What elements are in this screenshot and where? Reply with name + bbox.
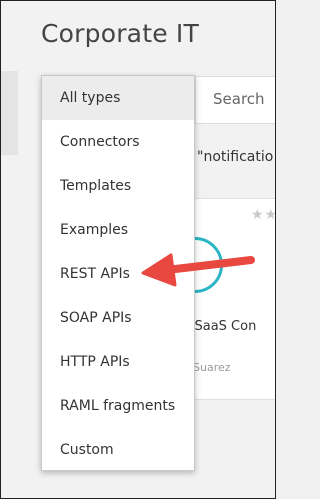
- asset-name[interactable]: r SaaS Con: [185, 319, 256, 334]
- option-connectors[interactable]: Connectors: [42, 120, 194, 164]
- asset-card[interactable]: ★★ ⟩ r SaaS Con Suarez: [167, 198, 275, 400]
- search-query-summary: "notificatio: [197, 149, 274, 165]
- dropdown-options: All types Connectors Templates Examples …: [42, 76, 194, 472]
- option-examples[interactable]: Examples: [42, 208, 194, 252]
- option-soap-apis[interactable]: SOAP APIs: [42, 296, 194, 340]
- asset-author: Suarez: [193, 361, 231, 374]
- option-all-types[interactable]: All types: [42, 76, 194, 120]
- left-nav-strip[interactable]: [1, 71, 18, 155]
- search-placeholder: Search: [213, 90, 265, 108]
- screenshot-frame: Corporate IT Search "notificatio ★★ ⟩ r …: [0, 0, 276, 499]
- asset-type-dropdown[interactable]: All types Connectors Templates Examples …: [41, 75, 195, 471]
- page-title: Corporate IT: [41, 19, 199, 48]
- option-rest-apis[interactable]: REST APIs: [42, 252, 194, 296]
- search-input[interactable]: Search: [195, 76, 275, 124]
- option-custom[interactable]: Custom: [42, 428, 194, 472]
- option-templates[interactable]: Templates: [42, 164, 194, 208]
- option-http-apis[interactable]: HTTP APIs: [42, 340, 194, 384]
- rating-stars[interactable]: ★★: [251, 207, 275, 223]
- option-raml-fragments[interactable]: RAML fragments: [42, 384, 194, 428]
